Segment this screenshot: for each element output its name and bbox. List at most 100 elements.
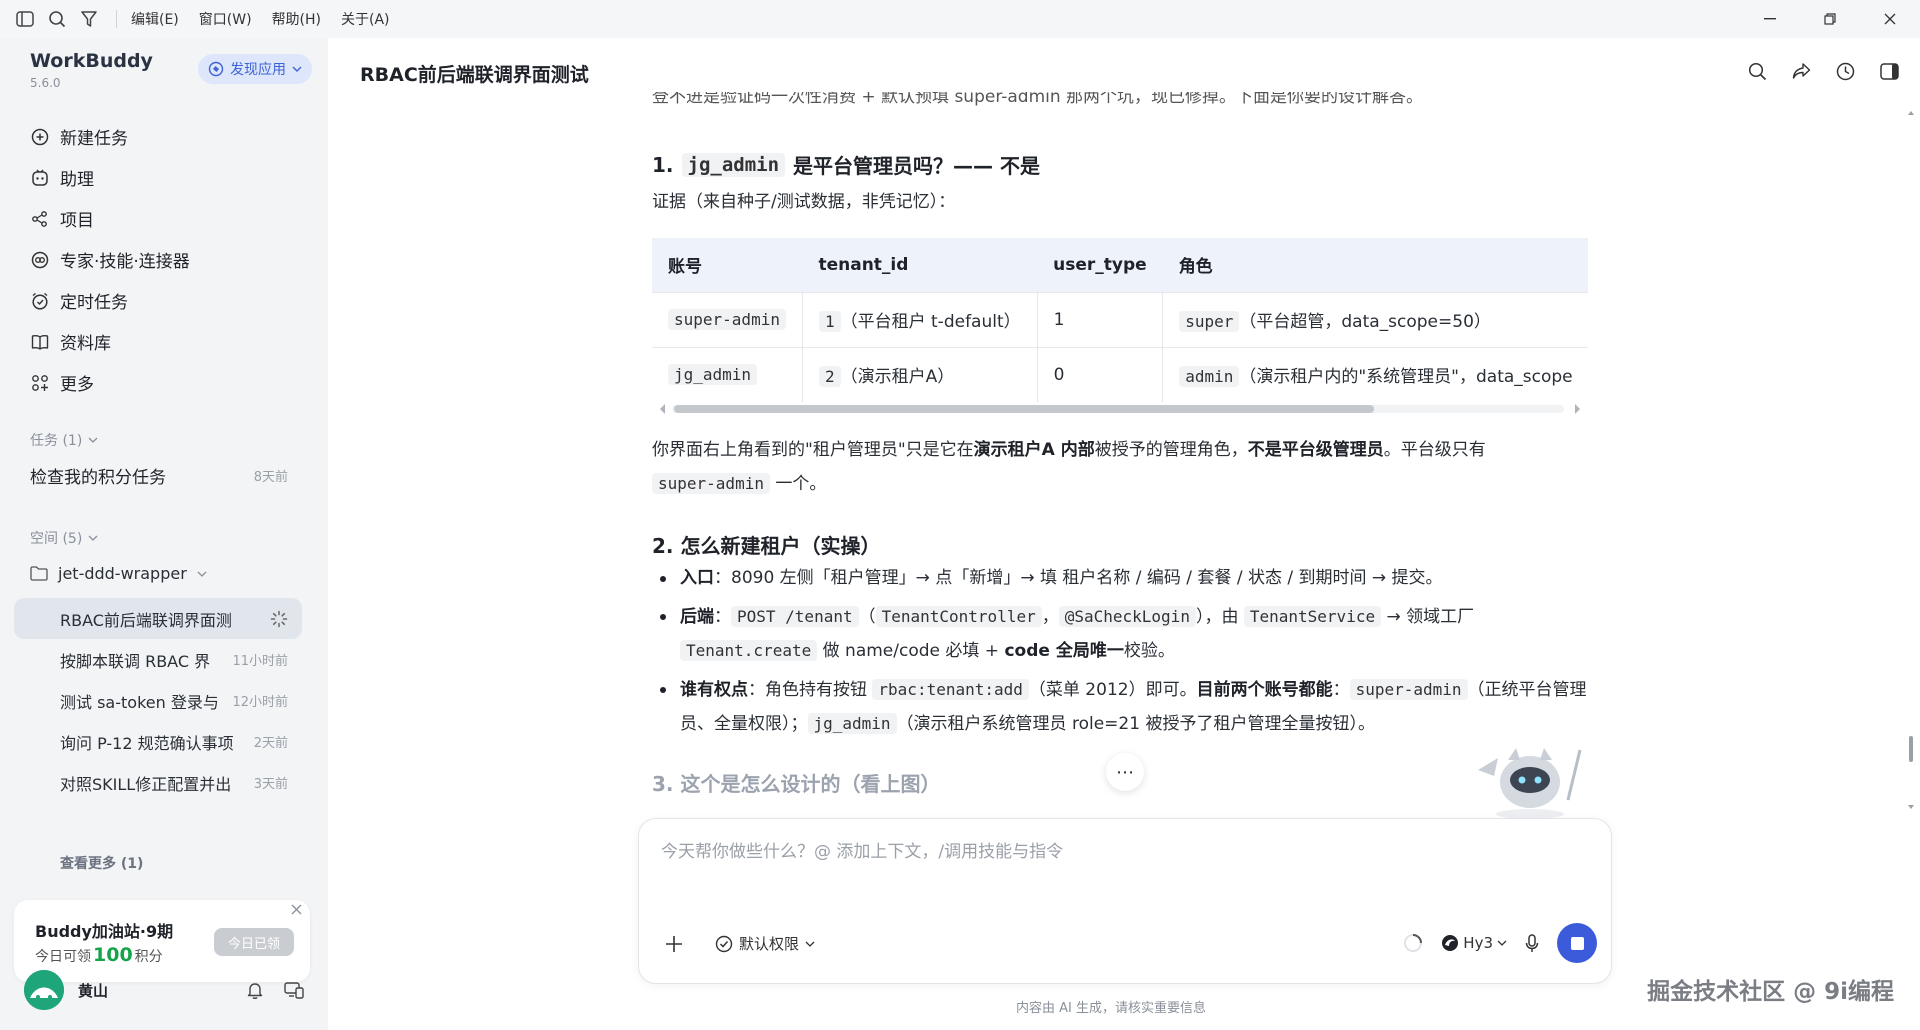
menu-edit[interactable]: 编辑(E) [131, 9, 179, 29]
scrollbar-thumb[interactable] [674, 405, 1374, 413]
table-cell: 2 （演示租户A） [802, 346, 1038, 402]
scroll-up-icon[interactable] [1907, 110, 1915, 116]
list-item-text: （ [858, 607, 876, 627]
add-attachment-icon[interactable] [661, 931, 687, 957]
session-list: RBAC前后端联调界面测 按脚本联调 RBAC 界 11小时前 测试 sa-to… [14, 598, 302, 803]
para-text: 。平台级只有 [1383, 440, 1486, 460]
tasks-section-label: 任务 (1) [30, 433, 83, 449]
inline-code: super-admin [668, 308, 786, 330]
nav-label: 项目 [60, 211, 94, 231]
menu-help[interactable]: 帮助(H) [272, 9, 321, 29]
space-folder[interactable]: jet-ddd-wrapper [30, 564, 207, 583]
watermark: 掘金技术社区 @ 9i编程 [1647, 979, 1894, 1005]
session-title: 测试 sa-token 登录与 [60, 692, 219, 712]
nav-new-task[interactable]: 新建任务 [0, 116, 328, 157]
nav-more[interactable]: 更多 [0, 362, 328, 403]
spaces-section-header[interactable]: 空间 (5) [30, 528, 98, 548]
scroll-left-icon[interactable] [658, 403, 666, 415]
list-item-text: 校验。 [1123, 641, 1175, 661]
nav-library[interactable]: 资料库 [0, 321, 328, 362]
chat-input[interactable]: 今天帮你做些什么？@ 添加上下文，/调用技能与指令 [661, 837, 1063, 862]
bell-icon[interactable] [246, 981, 264, 1000]
inline-code: rbac:tenant:add [872, 679, 1029, 700]
search-icon[interactable] [46, 8, 68, 30]
chevron-down-icon [88, 437, 98, 443]
para-text: 一个。 [775, 474, 827, 494]
list-item-text: ： [1332, 680, 1350, 700]
list-item: 后端： POST /tenant （TenantController， @SaChec… [652, 600, 1588, 668]
chevron-down-icon [88, 535, 98, 541]
list-item-bold: code 全局唯一 [1004, 641, 1124, 661]
permission-selector[interactable]: 默认权限 [715, 933, 815, 954]
tasks-section-header[interactable]: 任务 (1) [30, 430, 98, 450]
close-icon[interactable] [291, 904, 302, 915]
stop-generation-button[interactable] [1557, 923, 1597, 963]
see-more-link[interactable]: 查看更多 (1) [60, 853, 143, 873]
session-item-active[interactable]: RBAC前后端联调界面测 [14, 598, 302, 639]
nav-assistant[interactable]: 助理 [0, 157, 328, 198]
nav-projects[interactable]: 项目 [0, 198, 328, 239]
session-item[interactable]: 按脚本联调 RBAC 界 11小时前 [14, 639, 302, 680]
scroll-down-icon[interactable] [1907, 804, 1915, 810]
close-icon[interactable] [1860, 0, 1920, 38]
scroll-right-icon[interactable] [1574, 403, 1582, 415]
user-actions [246, 981, 304, 1000]
inline-code: admin [1179, 366, 1240, 388]
sidebar-nav: 新建任务 助理 项目 专家·技能·连接器 定时任务 资料库 更多 [0, 116, 328, 403]
spaces-section-label: 空间 (5) [30, 531, 83, 547]
explanation-paragraph: 你界面右上角看到的"租户管理员"只是它在演示租户A 内部被授予的管理角色，不是平… [652, 434, 1588, 501]
para-bold: 不是平台级管理员 [1247, 440, 1384, 460]
avatar[interactable] [24, 970, 64, 1010]
session-item[interactable]: 测试 sa-token 登录与 12小时前 [14, 680, 302, 721]
discover-apps-button[interactable]: 发现应用 [198, 54, 312, 84]
session-time: 12小时前 [232, 695, 288, 710]
panel-toggle-icon[interactable] [1878, 60, 1900, 82]
promo-title: Buddy加油站·9期 [35, 922, 174, 941]
restore-icon[interactable] [1800, 0, 1860, 38]
session-item[interactable]: 询问 P-12 规范确认事项 2天前 [14, 721, 302, 762]
table-cell: admin （演示租户内的"系统管理员"，data_scope [1162, 346, 1588, 402]
task-time: 8天前 [253, 470, 288, 485]
project-icon [30, 209, 50, 229]
history-icon[interactable] [1834, 60, 1856, 82]
device-icon[interactable] [284, 981, 304, 1000]
promo-claimed-button[interactable]: 今日已领 [214, 928, 294, 956]
cell-text: （平台租户 t-default） [840, 312, 1021, 332]
list-item-text: （菜单 2012）即可。 [1028, 680, 1197, 700]
session-title: 按脚本联调 RBAC 界 [60, 651, 211, 671]
session-time: 11小时前 [232, 654, 288, 669]
page-title: RBAC前后端联调界面测试 [360, 64, 589, 86]
session-item[interactable]: 对照SKILL修正配置并出 3天前 [14, 762, 302, 803]
nav-label: 助理 [60, 170, 94, 190]
nav-experts-skills[interactable]: 专家·技能·连接器 [0, 239, 328, 280]
microphone-icon[interactable] [1525, 933, 1539, 953]
list-item-text: ：8090 左侧「租户管理」→ 点「新增」→ 填 租户名称 / 编码 / 套餐 … [714, 568, 1443, 588]
table-cell: 0 [1037, 346, 1164, 402]
share-icon[interactable] [1790, 60, 1812, 82]
partial-paragraph: 登不进是验证码一次性消费 + 默认预填 super-admin 那两个坑，现已修… [652, 92, 1424, 107]
sidebar-toggle-icon[interactable] [14, 8, 36, 30]
folder-name: jet-ddd-wrapper [58, 564, 187, 583]
page-scrollbar[interactable] [1906, 110, 1914, 810]
accounts-table: 账号 tenant_id user_type 角色 super-admin 1 （… [652, 238, 1588, 402]
model-selector[interactable]: Hy3 [1441, 934, 1507, 952]
task-item[interactable]: 检查我的积分任务 8天前 [30, 463, 288, 488]
menu-about[interactable]: 关于(A) [341, 9, 390, 29]
connector-icon [30, 250, 50, 270]
filter-icon[interactable] [78, 8, 100, 30]
nav-label: 定时任务 [60, 293, 128, 313]
nav-scheduled-tasks[interactable]: 定时任务 [0, 280, 328, 321]
session-title: 对照SKILL修正配置并出 [60, 774, 232, 794]
para-text: 你界面右上角看到的"租户管理员"只是它在 [652, 440, 974, 460]
menu-window[interactable]: 窗口(W) [199, 9, 252, 29]
scrollbar-thumb[interactable] [1909, 736, 1913, 762]
more-options-icon[interactable]: ⋯ [1106, 753, 1144, 791]
chat-input-box: 今天帮你做些什么？@ 添加上下文，/调用技能与指令 默认权限 Hy3 [638, 818, 1612, 984]
chevron-down-icon [805, 941, 815, 947]
search-icon[interactable] [1746, 60, 1768, 82]
inline-code: jg_admin [668, 363, 758, 385]
clock-check-icon [30, 291, 50, 311]
column-header: 账号 [652, 238, 803, 292]
minimize-icon[interactable] [1740, 0, 1800, 38]
table-horizontal-scrollbar[interactable] [652, 402, 1584, 414]
